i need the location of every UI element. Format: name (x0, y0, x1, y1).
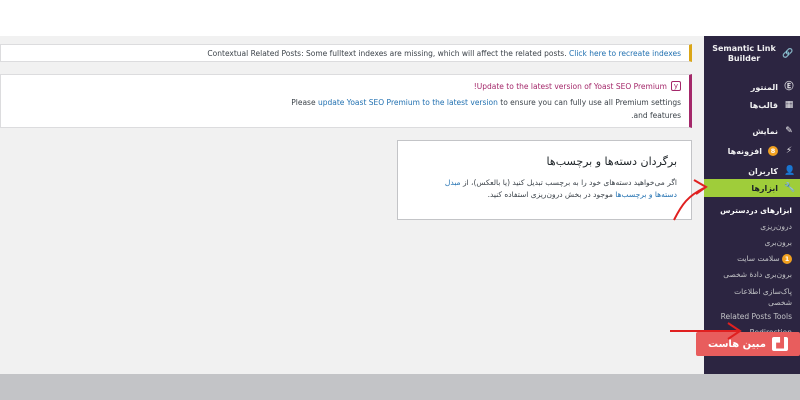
sidebar-item-plugins[interactable]: افزونه‌ها 8 ⚡ (728, 146, 794, 156)
card-body: اگر می‌خواهید دسته‌های خود را به برچسب ت… (427, 177, 677, 201)
bottom-band (0, 374, 800, 400)
yoast-update-notice: !Update to the latest version of Yoast S… (0, 74, 692, 128)
yoast-notice-prefix: Please (291, 98, 316, 107)
submenu-available-tools[interactable]: ابزارهای دردسترس (720, 206, 792, 215)
brand-watermark: مبین هاست ▟ (696, 332, 800, 356)
link-icon: 🔗 (782, 49, 794, 59)
user-icon: 👤 (784, 166, 796, 176)
submenu-related-posts-tools[interactable]: Related Posts Tools (721, 312, 792, 321)
recreate-indexes-link[interactable]: Click here to recreate indexes (569, 49, 681, 58)
sidebar-item-label: قالب‌ها (749, 100, 778, 110)
brand-logo-icon: ▟ (771, 337, 788, 351)
sidebar-item-label: افزونه‌ها (727, 146, 762, 156)
sidebar-item-users[interactable]: کاربران 👤 (748, 166, 796, 176)
sidebar-item-tools[interactable]: ابزارها 🔧 (704, 179, 800, 197)
card-title: برگردان دسته‌ها و برچسب‌ها (546, 155, 677, 168)
category-tag-converter-card: برگردان دسته‌ها و برچسب‌ها اگر می‌خواهید… (397, 140, 692, 220)
sidebar-item-appearance[interactable]: نمایش ✎ (752, 126, 794, 136)
related-posts-notice: Contextual Related Posts: Some fulltext … (0, 44, 692, 62)
sidebar-item-label: Semantic Link Builder (712, 44, 776, 63)
card-body-after: موجود در بخش درون‌ریزی استفاده کنید. (487, 190, 613, 199)
sidebar-item-label: المنتور (750, 82, 778, 92)
sidebar-item-label: ابزارها (751, 183, 778, 193)
top-bar (0, 0, 800, 36)
yoast-notice-suffix: to ensure you can fully use all Premium … (500, 98, 681, 107)
elementor-icon: Ⓔ (784, 82, 794, 92)
submenu-label: سلامت سایت (737, 254, 780, 263)
plugin-icon: ⚡ (785, 146, 793, 156)
update-yoast-link[interactable]: update Yoast SEO Premium to the latest v… (318, 98, 498, 107)
submenu-import[interactable]: درون‌ریزی (760, 222, 792, 231)
yoast-notice-title: !Update to the latest version of Yoast S… (473, 81, 667, 91)
wrench-icon: 🔧 (784, 183, 796, 193)
brush-icon: ✎ (785, 126, 793, 136)
yoast-notice-line2: .and features (631, 111, 681, 120)
yoast-notice-line1: Please update Yoast SEO Premium to the l… (291, 98, 681, 107)
sidebar-item-elementor[interactable]: المنتور Ⓔ (751, 82, 794, 92)
submenu-export[interactable]: برون‌بری (765, 238, 792, 247)
sidebar-item-label: نمایش (752, 126, 778, 136)
related-posts-notice-message: Contextual Related Posts: Some fulltext … (207, 49, 567, 58)
sidebar-item-label: کاربران (748, 166, 778, 176)
submenu-export-personal-data[interactable]: برون‌بری دادهٔ شخصی (723, 270, 792, 279)
yoast-icon: y (671, 81, 681, 91)
sidebar-item-semantic-link-builder[interactable]: Semantic Link Builder 🔗 (712, 44, 794, 64)
related-posts-notice-text: Contextual Related Posts: Some fulltext … (207, 49, 681, 58)
submenu-erase-personal-data[interactable]: پاک‌سازی اطلاعات شخصی (712, 286, 792, 308)
plugins-update-badge: 8 (768, 146, 778, 156)
main-content: Contextual Related Posts: Some fulltext … (0, 36, 704, 374)
brand-label: مبین هاست (708, 338, 766, 350)
site-health-badge: 1 (782, 254, 792, 264)
sidebar-item-templates[interactable]: قالب‌ها ▦ (750, 100, 794, 110)
card-body-before: اگر می‌خواهید دسته‌های خود را به برچسب ت… (462, 178, 677, 187)
submenu-site-health[interactable]: سلامت سایت 1 (737, 254, 792, 264)
templates-icon: ▦ (784, 100, 794, 110)
yoast-notice-title-row: !Update to the latest version of Yoast S… (474, 81, 681, 91)
admin-sidebar: Semantic Link Builder 🔗 المنتور Ⓔ قالب‌ه… (704, 36, 800, 374)
